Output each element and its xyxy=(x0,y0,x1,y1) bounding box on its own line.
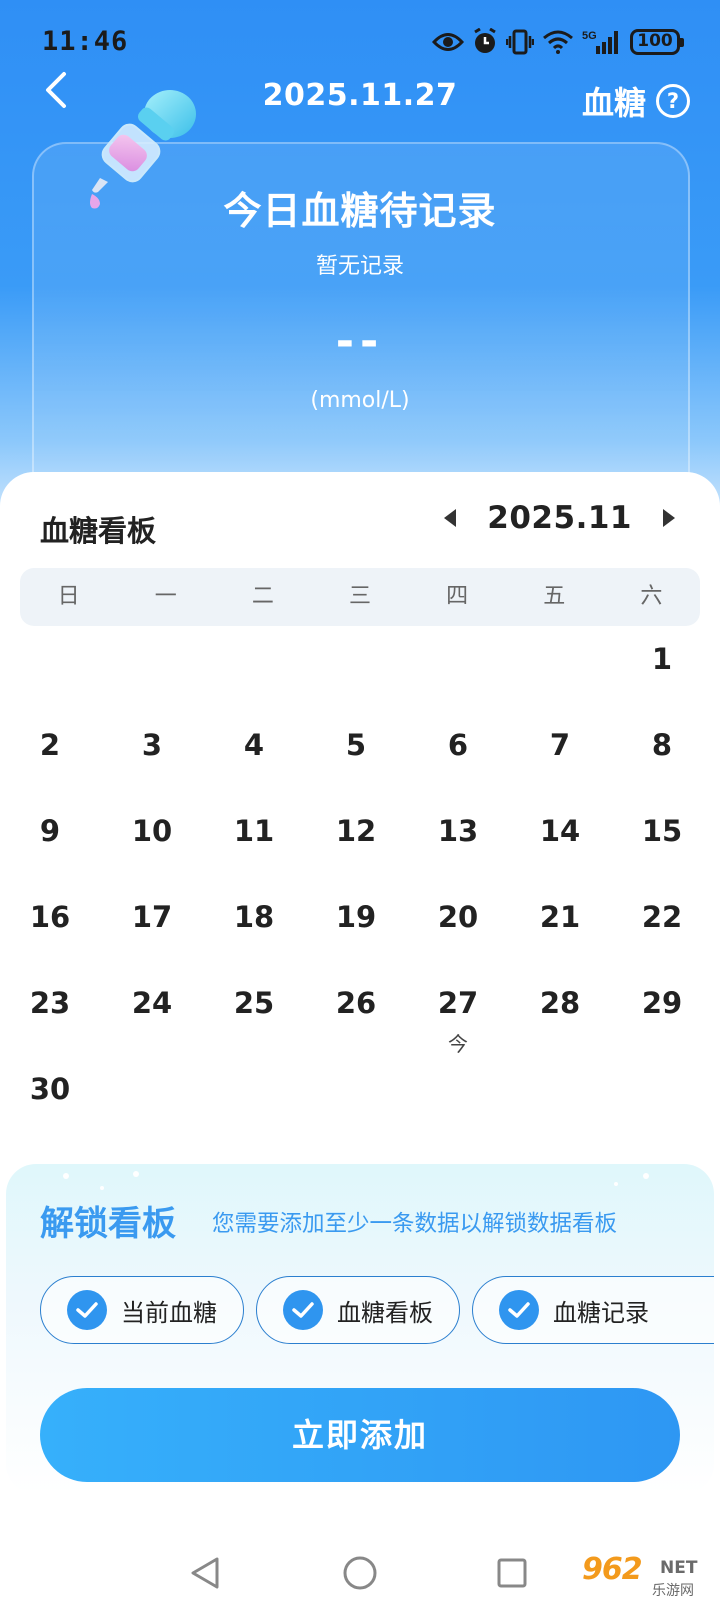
weekday-label: 四 xyxy=(446,584,469,609)
weekday-label: 一 xyxy=(154,584,177,609)
calendar-day[interactable]: 29 xyxy=(617,986,707,1020)
unlock-title: 解锁看板 xyxy=(40,1204,176,1244)
feature-chip-current: 当前血糖 xyxy=(40,1276,244,1344)
today-marker: 今 xyxy=(448,1032,468,1056)
site-watermark: 962 NET 乐游网 xyxy=(582,1552,714,1604)
nav-back-button[interactable] xyxy=(180,1548,230,1598)
circle-home-icon xyxy=(343,1556,377,1590)
calendar-day[interactable]: 21 xyxy=(515,900,605,934)
prev-month-button[interactable] xyxy=(425,488,475,548)
check-icon xyxy=(283,1290,323,1330)
calendar-day[interactable]: 7 xyxy=(515,728,605,762)
eye-icon xyxy=(432,31,464,53)
calendar-day[interactable]: 12 xyxy=(311,814,401,848)
battery-icon: 100 xyxy=(630,29,684,55)
calendar-day[interactable]: 1 xyxy=(617,642,707,676)
calendar-day[interactable]: 15 xyxy=(617,814,707,848)
calendar-day[interactable]: 9 xyxy=(5,814,95,848)
calendar-day[interactable]: 2 xyxy=(5,728,95,762)
next-month-button[interactable] xyxy=(644,488,694,548)
feature-label: 当前血糖 xyxy=(121,1298,217,1327)
check-icon xyxy=(67,1290,107,1330)
feature-label: 血糖看板 xyxy=(337,1298,433,1327)
wifi-icon xyxy=(542,30,574,54)
status-icons: 5G 100 xyxy=(432,26,684,58)
help-icon[interactable]: ? xyxy=(656,84,690,118)
caret-right-icon xyxy=(663,509,675,527)
watermark-net: NET xyxy=(660,1558,698,1578)
calendar-day[interactable]: 18 xyxy=(209,900,299,934)
board-title: 血糖看板 xyxy=(40,514,157,548)
calendar-day[interactable]: 17 xyxy=(107,900,197,934)
weekday-label: 五 xyxy=(543,584,566,609)
calendar-day[interactable]: 19 xyxy=(311,900,401,934)
calendar-day[interactable]: 24 xyxy=(107,986,197,1020)
calendar-day[interactable]: 26 xyxy=(311,986,401,1020)
weekday-label: 二 xyxy=(251,584,274,609)
calendar-day[interactable]: 27 xyxy=(413,986,503,1020)
calendar-day[interactable]: 8 xyxy=(617,728,707,762)
calendar-day[interactable]: 6 xyxy=(413,728,503,762)
calendar-day[interactable]: 14 xyxy=(515,814,605,848)
calendar-day[interactable]: 22 xyxy=(617,900,707,934)
signal-5g-icon: 5G xyxy=(582,28,622,56)
month-nav: 2025.11 xyxy=(425,488,694,548)
add-now-button[interactable]: 立即添加 xyxy=(40,1388,680,1482)
vibrate-icon xyxy=(506,29,534,55)
calendar-day[interactable]: 23 xyxy=(5,986,95,1020)
header-right: 血糖 ? xyxy=(582,78,690,124)
page-title: 血糖 xyxy=(581,84,646,122)
weekday-label: 日 xyxy=(57,584,80,609)
nav-home-button[interactable] xyxy=(335,1548,385,1598)
weekday-label: 三 xyxy=(348,584,371,609)
hero-header: 11:46 5G 100 2025.11.27 血糖 ? 今日血糖待记录 暂无记… xyxy=(0,0,720,520)
weekday-label: 六 xyxy=(640,584,663,609)
calendar-day[interactable]: 13 xyxy=(413,814,503,848)
calendar-day[interactable]: 5 xyxy=(311,728,401,762)
today-subtitle: 暂无记录 xyxy=(315,254,404,279)
status-bar: 11:46 5G 100 xyxy=(0,22,720,62)
feature-chip-board: 血糖看板 xyxy=(256,1276,460,1344)
calendar-day[interactable]: 16 xyxy=(5,900,95,934)
feature-label: 血糖记录 xyxy=(553,1298,649,1327)
calendar-day[interactable]: 28 xyxy=(515,986,605,1020)
check-icon xyxy=(499,1290,539,1330)
svg-text:5G: 5G xyxy=(582,30,597,42)
watermark-sub: 乐游网 xyxy=(652,1583,694,1599)
today-value: -- xyxy=(335,316,385,367)
calendar-day[interactable]: 4 xyxy=(209,728,299,762)
calendar-day[interactable]: 11 xyxy=(209,814,299,848)
today-unit: (mmol/L) xyxy=(310,388,410,413)
feature-chip-records: 血糖记录 xyxy=(472,1276,714,1344)
calendar-day[interactable]: 10 xyxy=(107,814,197,848)
alarm-icon xyxy=(472,28,498,56)
calendar-day[interactable]: 30 xyxy=(5,1072,95,1106)
watermark-brand: 962 xyxy=(582,1552,643,1587)
triangle-back-icon xyxy=(191,1557,219,1589)
square-recents-icon xyxy=(497,1558,527,1588)
nav-recents-button[interactable] xyxy=(487,1548,537,1598)
caret-left-icon xyxy=(444,509,457,527)
weekday-header: 日 一 二 三 四 五 六 xyxy=(20,568,700,626)
unlock-description: 您需要添加至少一条数据以解锁数据看板 xyxy=(212,1211,618,1237)
calendar-day[interactable]: 20 xyxy=(413,900,503,934)
today-title: 今日血糖待记录 xyxy=(223,189,497,233)
calendar-day[interactable]: 3 xyxy=(107,728,197,762)
status-time: 11:46 xyxy=(42,26,129,57)
calendar-day[interactable]: 25 xyxy=(209,986,299,1020)
month-label: 2025.11 xyxy=(487,500,632,536)
